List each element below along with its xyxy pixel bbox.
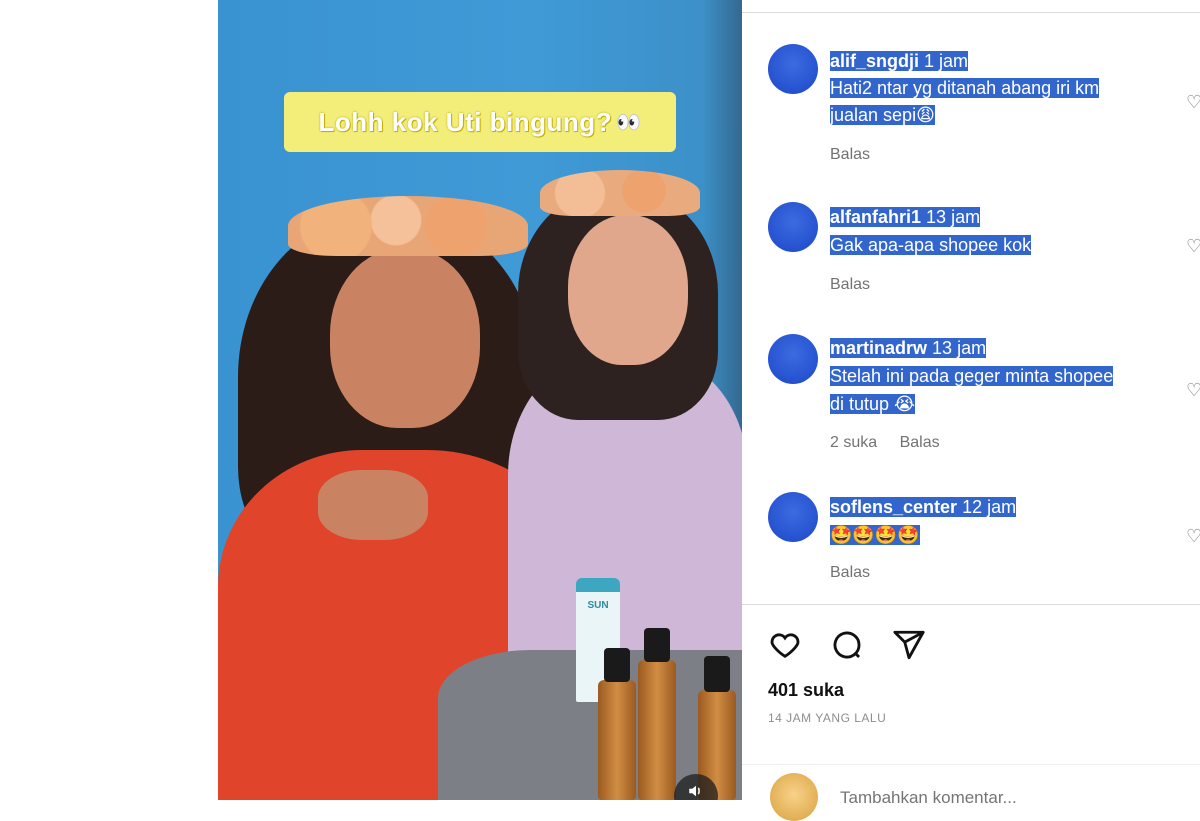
product-bottle	[598, 680, 636, 800]
comment-text: Gak apa-apa shopee kok	[830, 235, 1032, 255]
comment-time[interactable]: 13 jam	[932, 338, 987, 358]
reply-button[interactable]: Balas	[830, 146, 870, 163]
comment-likes[interactable]: 2 suka	[830, 434, 877, 451]
comment-username[interactable]: alif_sngdji	[830, 51, 920, 71]
comment-header: martinadrw 13 jam	[830, 335, 987, 361]
comment-text-line: jualan sepi😩	[830, 102, 935, 128]
comment-meta: Balas	[830, 146, 888, 164]
caption-text: Lohh kok Uti bingung?	[318, 106, 613, 137]
comment-bubble-icon[interactable]	[830, 628, 864, 667]
comment-text-line: Gak apa-apa shopee kok	[830, 232, 1032, 258]
eyes-emoji: 👀	[616, 111, 642, 134]
heart-icon[interactable]: ♡	[1186, 236, 1200, 256]
comment-text: 🤩🤩🤩🤩	[830, 525, 920, 545]
comment-text-line: Stelah ini pada geger minta shopee	[830, 363, 1114, 389]
comment-time[interactable]: 13 jam	[926, 207, 981, 227]
comment-time[interactable]: 1 jam	[924, 51, 969, 71]
like-count[interactable]: 401 suka	[768, 680, 844, 701]
share-send-icon[interactable]	[892, 628, 926, 667]
flower-crown-right	[540, 170, 700, 216]
comment-time[interactable]: 12 jam	[962, 497, 1017, 517]
avatar[interactable]	[768, 492, 818, 542]
comment-username[interactable]: alfanfahri1	[830, 207, 922, 227]
person-left-hand	[318, 470, 428, 540]
person-right-face	[568, 215, 688, 365]
reply-button[interactable]: Balas	[900, 434, 940, 451]
heart-icon[interactable]: ♡	[1186, 526, 1200, 546]
comment-text-line: di tutup 😭	[830, 391, 916, 417]
video-caption: Lohh kok Uti bingung? 👀	[284, 92, 676, 152]
bottle-cap	[644, 628, 670, 662]
comment-meta: 2 suka Balas	[830, 434, 958, 452]
comment-username[interactable]: soflens_center	[830, 497, 958, 517]
post-actions	[768, 628, 926, 667]
post-timestamp: 14 JAM YANG LALU	[768, 711, 887, 725]
heart-icon[interactable]: ♡	[1186, 380, 1200, 400]
comment-text-line: Hati2 ntar yg ditanah abang iri km	[830, 75, 1100, 101]
avatar	[770, 773, 818, 821]
like-heart-icon[interactable]	[768, 628, 802, 667]
comment-header: alif_sngdji 1 jam	[830, 48, 969, 74]
comment-header: alfanfahri1 13 jam	[830, 204, 981, 230]
comment-meta: Balas	[830, 564, 888, 582]
avatar[interactable]	[768, 334, 818, 384]
comment-text: Stelah ini pada geger minta shopee	[830, 366, 1114, 386]
avatar[interactable]	[768, 202, 818, 252]
comment-input[interactable]	[838, 787, 1142, 809]
bottle-cap	[704, 656, 730, 692]
product-label: SUN	[587, 600, 609, 611]
bottle-cap	[604, 648, 630, 682]
comment-text: Hati2 ntar yg ditanah abang iri km	[830, 78, 1100, 98]
avatar[interactable]	[768, 44, 818, 94]
comment-text: di tutup 😭	[830, 394, 916, 414]
reply-button[interactable]: Balas	[830, 276, 870, 293]
post-video[interactable]: SUN Lohh kok Uti bingung? 👀	[218, 0, 742, 800]
flower-crown-left	[288, 196, 528, 256]
add-comment-bar	[742, 764, 1200, 821]
product-bottle	[638, 660, 676, 800]
comments-divider	[742, 604, 1200, 605]
comment-text: jualan sepi😩	[830, 105, 935, 125]
heart-icon[interactable]: ♡	[1186, 92, 1200, 112]
panel-top-border	[742, 12, 1200, 13]
comment-header: soflens_center 12 jam	[830, 494, 1017, 520]
reply-button[interactable]: Balas	[830, 564, 870, 581]
person-left-face	[330, 248, 480, 428]
comment-username[interactable]: martinadrw	[830, 338, 928, 358]
comment-meta: Balas	[830, 276, 888, 294]
comment-text-line: 🤩🤩🤩🤩	[830, 522, 920, 548]
